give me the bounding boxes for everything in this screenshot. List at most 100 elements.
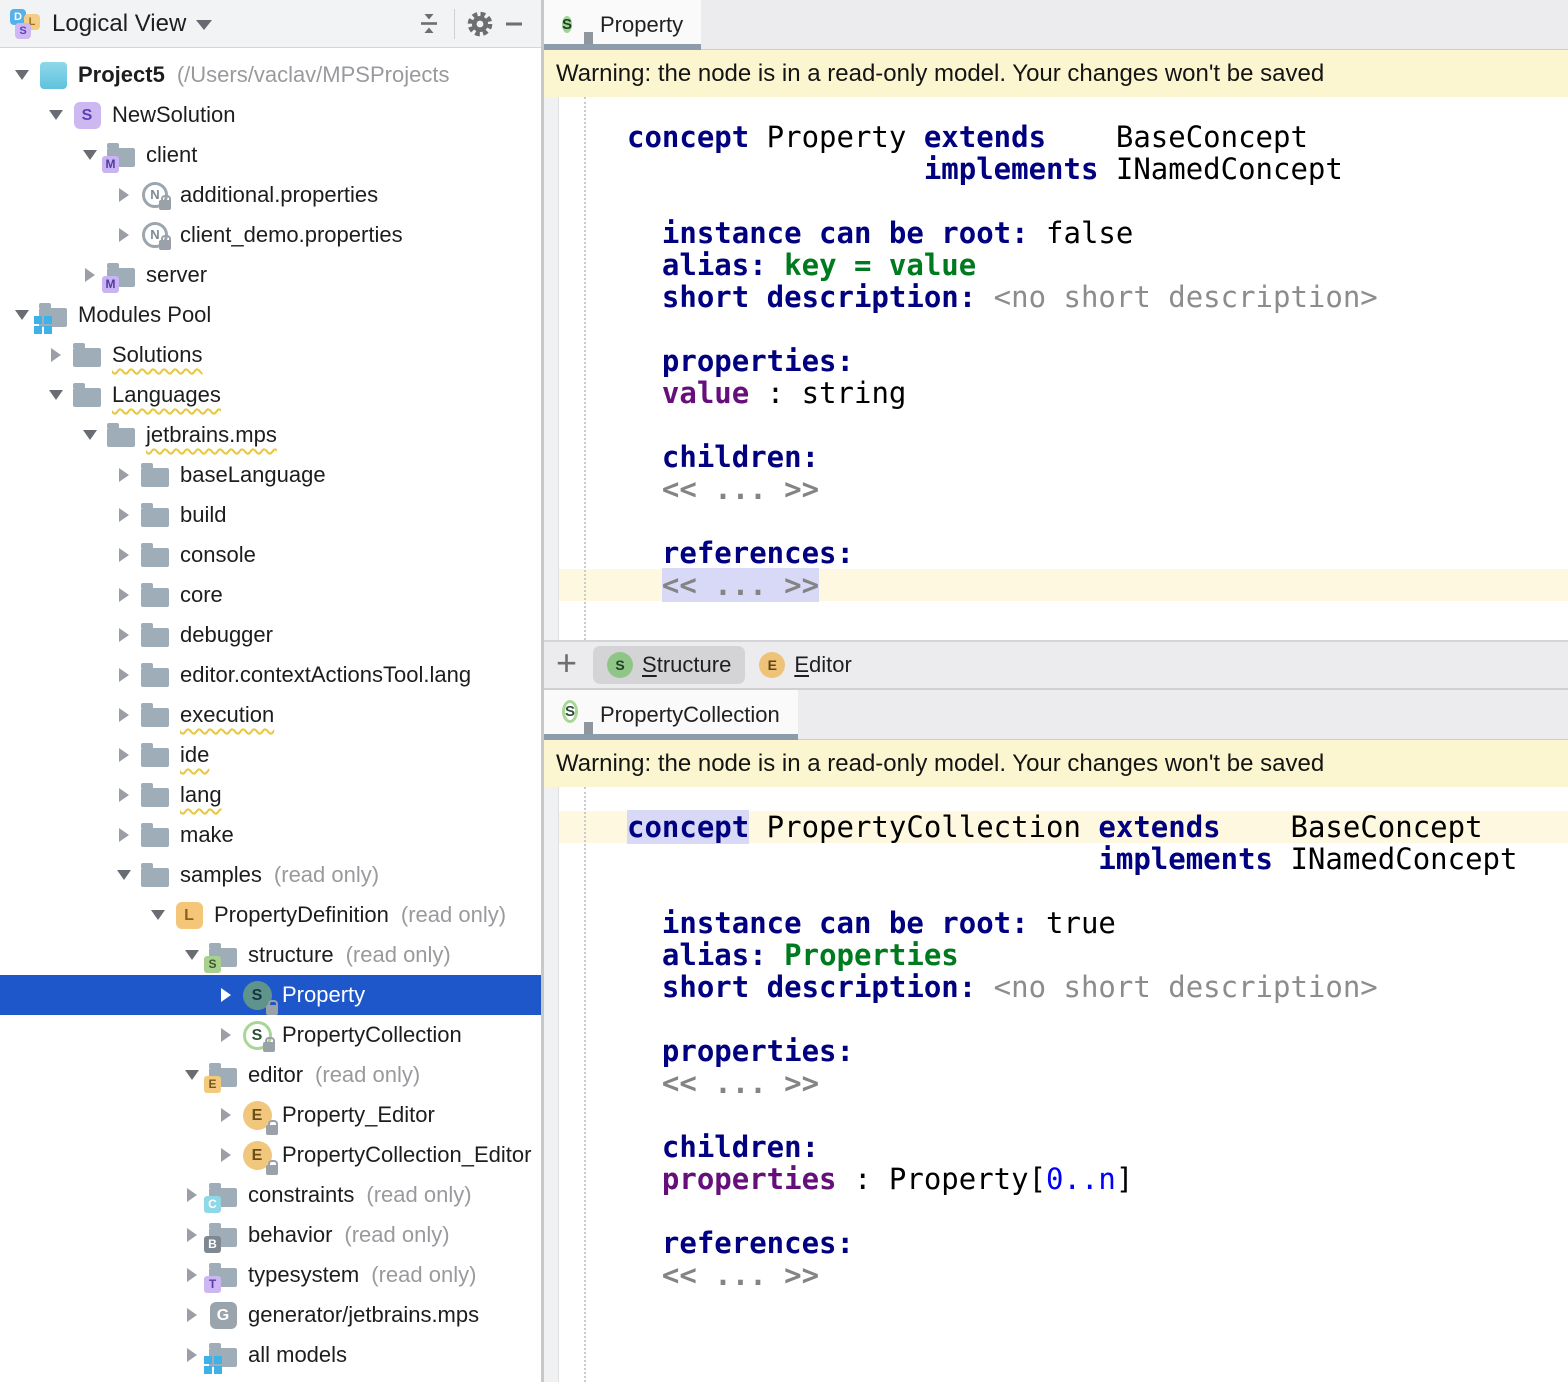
code-editor-property[interactable]: concept Property extends BaseConcept imp…: [544, 97, 1568, 640]
chevron-expanded-icon[interactable]: [76, 430, 104, 440]
tree-row-build[interactable]: build: [0, 495, 541, 535]
chevron-collapsed-icon[interactable]: [110, 228, 138, 242]
chevron-expanded-icon[interactable]: [178, 950, 206, 960]
tree-row-languages[interactable]: Languages: [0, 375, 541, 415]
code-line[interactable]: references:: [544, 1227, 1568, 1259]
code-line[interactable]: << ... >>: [544, 1259, 1568, 1291]
chevron-collapsed-icon[interactable]: [76, 268, 104, 282]
code-line[interactable]: alias: key = value: [544, 249, 1568, 281]
tree-row-all-models[interactable]: all models: [0, 1335, 541, 1375]
chevron-expanded-icon[interactable]: [76, 150, 104, 160]
code-line[interactable]: << ... >>: [544, 1067, 1568, 1099]
code-line[interactable]: << ... >>: [544, 569, 1568, 601]
chevron-collapsed-icon[interactable]: [110, 508, 138, 522]
chevron-collapsed-icon[interactable]: [110, 188, 138, 202]
tree-row-make[interactable]: make: [0, 815, 541, 855]
code-line[interactable]: alias: Properties: [544, 939, 1568, 971]
settings-button[interactable]: [463, 7, 497, 41]
code-line[interactable]: properties:: [544, 345, 1568, 377]
chevron-collapsed-icon[interactable]: [178, 1308, 206, 1322]
code-line[interactable]: [544, 313, 1568, 345]
tree-row-structure[interactable]: Sstructure(read only): [0, 935, 541, 975]
chevron-collapsed-icon[interactable]: [42, 348, 70, 362]
chevron-collapsed-icon[interactable]: [110, 668, 138, 682]
code-line[interactable]: properties:: [544, 1035, 1568, 1067]
chevron-expanded-icon[interactable]: [42, 390, 70, 400]
tree-row-server[interactable]: Mserver: [0, 255, 541, 295]
tab-property[interactable]: S Property: [544, 0, 701, 49]
chevron-expanded-icon[interactable]: [110, 870, 138, 880]
tree-row-modules-pool[interactable]: Modules Pool: [0, 295, 541, 335]
tab-propertycollection[interactable]: S PropertyCollection: [544, 690, 798, 739]
tab-editor-aspect[interactable]: E Editor: [745, 646, 865, 684]
code-line[interactable]: short description: <no short description…: [544, 281, 1568, 313]
tree-row-samples[interactable]: samples(read only): [0, 855, 541, 895]
code-line[interactable]: concept PropertyCollection extends BaseC…: [544, 811, 1568, 843]
chevron-expanded-icon[interactable]: [8, 310, 36, 320]
chevron-collapsed-icon[interactable]: [178, 1348, 206, 1362]
chevron-collapsed-icon[interactable]: [178, 1188, 206, 1202]
chevron-expanded-icon[interactable]: [8, 70, 36, 80]
tree-row-propertycollection[interactable]: SPropertyCollection: [0, 1015, 541, 1055]
chevron-collapsed-icon[interactable]: [110, 748, 138, 762]
tree-row-console[interactable]: console: [0, 535, 541, 575]
tree-row-ide[interactable]: ide: [0, 735, 541, 775]
code-line[interactable]: << ... >>: [544, 473, 1568, 505]
chevron-collapsed-icon[interactable]: [212, 1148, 240, 1162]
tree-row-behavior[interactable]: Bbehavior(read only): [0, 1215, 541, 1255]
code-line[interactable]: [544, 1099, 1568, 1131]
chevron-collapsed-icon[interactable]: [110, 828, 138, 842]
tree-row-core[interactable]: core: [0, 575, 541, 615]
chevron-collapsed-icon[interactable]: [110, 588, 138, 602]
chevron-collapsed-icon[interactable]: [110, 468, 138, 482]
tree-row-newsolution[interactable]: SNewSolution: [0, 95, 541, 135]
chevron-collapsed-icon[interactable]: [212, 1028, 240, 1042]
tree-row-property-editor[interactable]: EProperty_Editor: [0, 1095, 541, 1135]
tree-row-project5[interactable]: Project5(/Users/vaclav/MPSProjects: [0, 55, 541, 95]
tree-row-client[interactable]: Mclient: [0, 135, 541, 175]
code-editor-propertycollection[interactable]: concept PropertyCollection extends BaseC…: [544, 787, 1568, 1382]
hide-panel-button[interactable]: [497, 7, 531, 41]
code-line[interactable]: [544, 875, 1568, 907]
code-line[interactable]: implements INamedConcept: [544, 843, 1568, 875]
tree-row-solutions[interactable]: Solutions: [0, 335, 541, 375]
code-line[interactable]: [544, 185, 1568, 217]
tree-row-property[interactable]: SProperty: [0, 975, 541, 1015]
code-line[interactable]: short description: <no short description…: [544, 971, 1568, 1003]
chevron-expanded-icon[interactable]: [178, 1070, 206, 1080]
code-line[interactable]: [544, 1003, 1568, 1035]
tree-row-debugger[interactable]: debugger: [0, 615, 541, 655]
tree-row-lang[interactable]: lang: [0, 775, 541, 815]
chevron-expanded-icon[interactable]: [144, 910, 172, 920]
chevron-collapsed-icon[interactable]: [110, 628, 138, 642]
tree-row-propertycollection-editor[interactable]: EPropertyCollection_Editor: [0, 1135, 541, 1175]
chevron-collapsed-icon[interactable]: [110, 708, 138, 722]
code-line[interactable]: [544, 1195, 1568, 1227]
add-aspect-button[interactable]: +: [556, 645, 577, 681]
tree-row-editor[interactable]: Eeditor(read only): [0, 1055, 541, 1095]
code-line[interactable]: children:: [544, 441, 1568, 473]
tree-row-generator-jetbrains-mps[interactable]: Ggenerator/jetbrains.mps: [0, 1295, 541, 1335]
view-selector-label[interactable]: Logical View: [52, 10, 186, 38]
code-line[interactable]: properties : Property[0..n]: [544, 1163, 1568, 1195]
tree-row-constraints[interactable]: Cconstraints(read only): [0, 1175, 541, 1215]
tree-row-jetbrains-mps[interactable]: jetbrains.mps: [0, 415, 541, 455]
code-line[interactable]: implements INamedConcept: [544, 153, 1568, 185]
code-line[interactable]: concept Property extends BaseConcept: [544, 121, 1568, 153]
tree-row-execution[interactable]: execution: [0, 695, 541, 735]
code-line[interactable]: instance can be root: true: [544, 907, 1568, 939]
tree-row-client-demo-properties[interactable]: Nclient_demo.properties: [0, 215, 541, 255]
chevron-collapsed-icon[interactable]: [212, 1108, 240, 1122]
tree-row-editor-contextactionstool-lang[interactable]: editor.contextActionsTool.lang: [0, 655, 541, 695]
code-line[interactable]: [544, 505, 1568, 537]
code-line[interactable]: instance can be root: false: [544, 217, 1568, 249]
tree-row-baselanguage[interactable]: baseLanguage: [0, 455, 541, 495]
chevron-down-icon[interactable]: [196, 20, 212, 30]
tab-structure-aspect[interactable]: S Structure: [593, 646, 745, 684]
tree-row-propertydefinition[interactable]: LPropertyDefinition(read only): [0, 895, 541, 935]
chevron-collapsed-icon[interactable]: [212, 988, 240, 1002]
code-line[interactable]: references:: [544, 537, 1568, 569]
code-line[interactable]: children:: [544, 1131, 1568, 1163]
tree-row-additional-properties[interactable]: Nadditional.properties: [0, 175, 541, 215]
chevron-collapsed-icon[interactable]: [178, 1228, 206, 1242]
